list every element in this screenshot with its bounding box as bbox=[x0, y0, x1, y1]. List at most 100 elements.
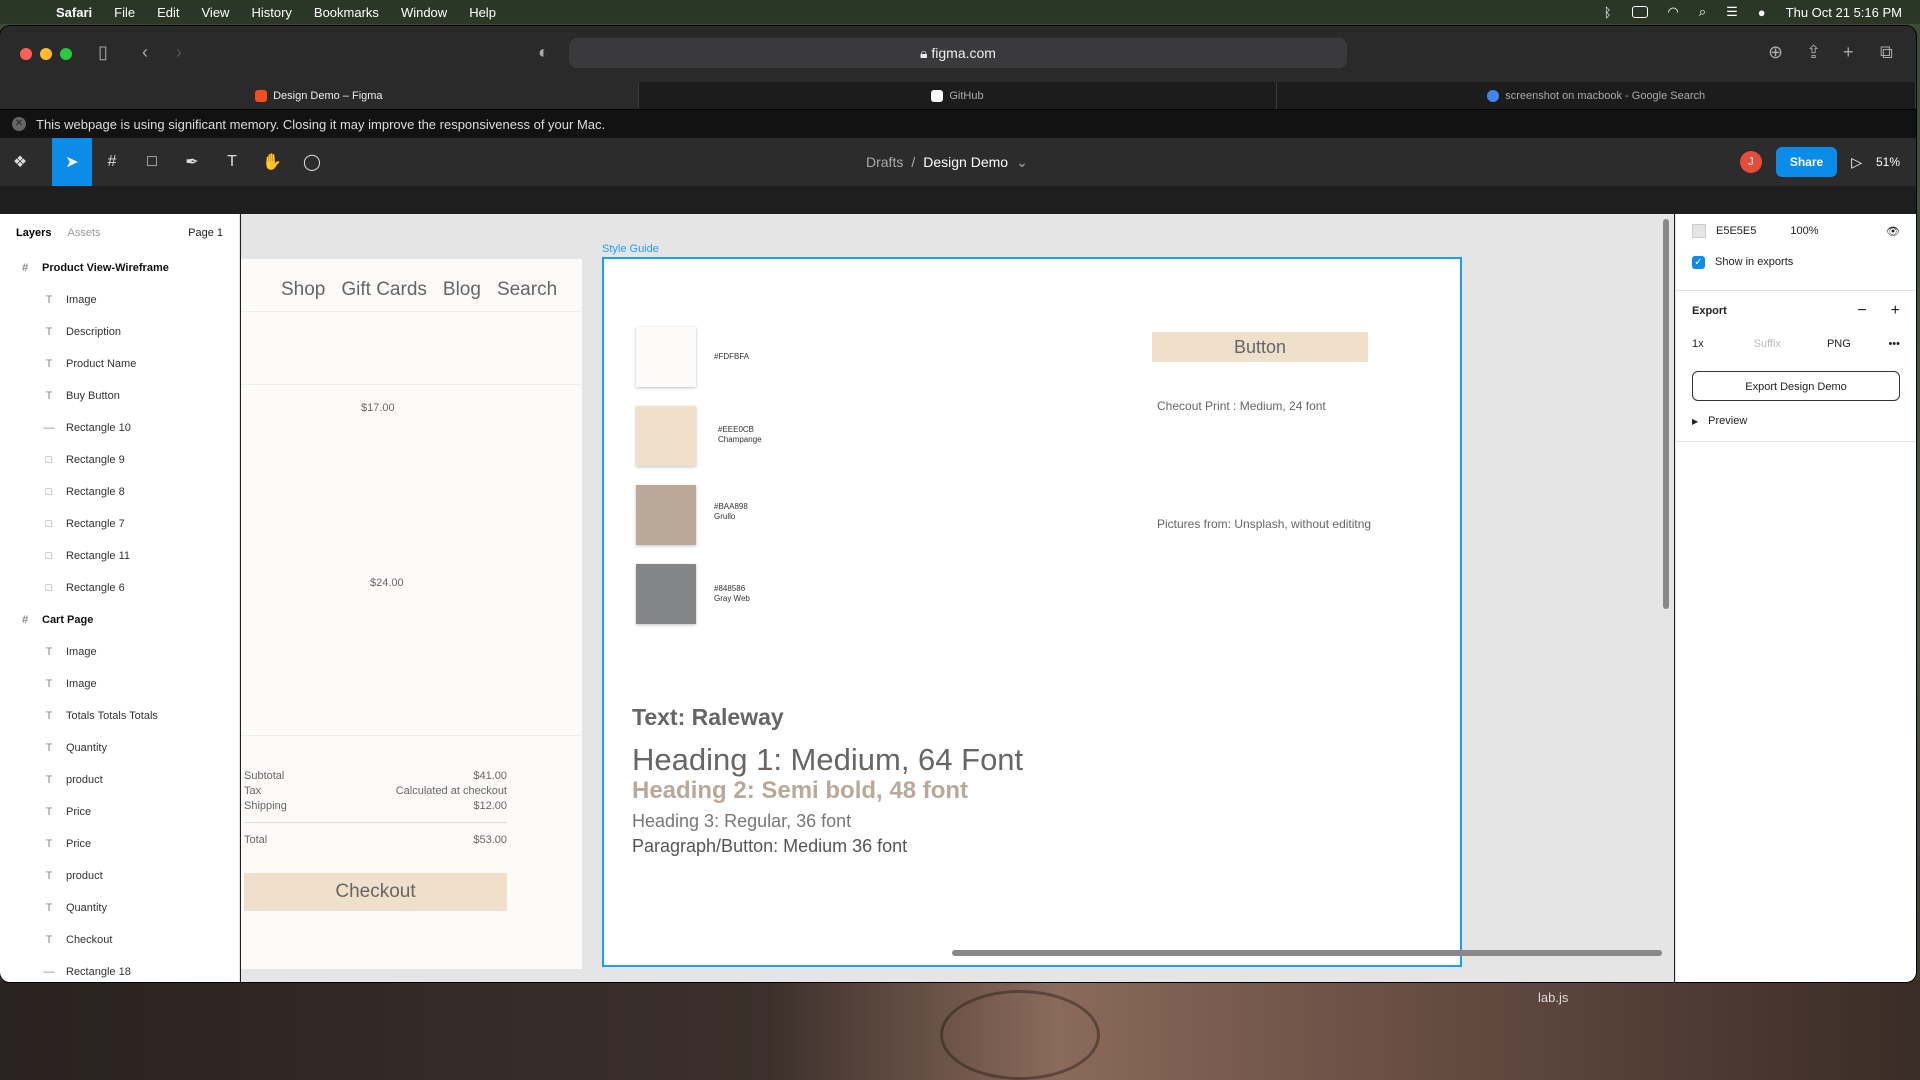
layer-item[interactable]: T Quantity bbox=[0, 732, 239, 764]
fill-hex[interactable]: E5E5E5 bbox=[1716, 225, 1756, 237]
layer-item[interactable]: □ Rectangle 7 bbox=[0, 508, 239, 540]
bluetooth-icon[interactable]: ᛒ bbox=[1604, 5, 1612, 20]
layer-item[interactable]: □ Rectangle 11 bbox=[0, 540, 239, 572]
tab-figma[interactable]: Design Demo – Figma bbox=[0, 82, 639, 109]
export-button[interactable]: Export Design Demo bbox=[1692, 371, 1900, 401]
nav-shop[interactable]: Shop bbox=[281, 279, 325, 301]
show-in-exports-checkbox[interactable]: ✓ bbox=[1692, 255, 1705, 269]
cart-page-frame[interactable]: Shop Gift Cards Blog Search $17.00 $24.0… bbox=[241, 259, 582, 969]
tab-assets[interactable]: Assets bbox=[67, 227, 100, 239]
nav-blog[interactable]: Blog bbox=[443, 279, 481, 301]
layer-item[interactable]: — Rectangle 18 bbox=[0, 956, 239, 982]
back-icon[interactable]: ‹ bbox=[142, 42, 148, 63]
menu-help[interactable]: Help bbox=[469, 5, 496, 20]
share-icon[interactable]: ⇪ bbox=[1806, 42, 1821, 63]
preview-label[interactable]: Preview bbox=[1708, 415, 1747, 427]
export-scale[interactable]: 1x bbox=[1692, 338, 1704, 350]
nav-gift-cards[interactable]: Gift Cards bbox=[341, 279, 427, 301]
comment-tool-icon[interactable]: ◯ bbox=[292, 138, 332, 186]
layer-item[interactable]: □ Rectangle 9 bbox=[0, 444, 239, 476]
layer-item[interactable]: □ Rectangle 8 bbox=[0, 476, 239, 508]
layer-item[interactable]: T Price bbox=[0, 828, 239, 860]
tab-github[interactable]: GitHub bbox=[639, 82, 1278, 109]
vertical-scrollbar[interactable] bbox=[1663, 219, 1669, 609]
sidebar-icon[interactable]: ▯ bbox=[98, 42, 108, 63]
fill-opacity[interactable]: 100% bbox=[1790, 225, 1818, 237]
minus-icon[interactable]: − bbox=[1857, 302, 1866, 320]
style-guide-frame[interactable]: #FDFBFA #EEE0CB Champange #BAA898 Grullo #… bbox=[602, 257, 1462, 967]
horizontal-scrollbar[interactable] bbox=[952, 950, 1662, 956]
layer-item[interactable]: □ Rectangle 6 bbox=[0, 572, 239, 604]
control-center-icon[interactable]: ☰ bbox=[1726, 4, 1738, 20]
canvas[interactable]: Shop Gift Cards Blog Search $17.00 $24.0… bbox=[241, 214, 1674, 982]
color-swatch[interactable] bbox=[636, 564, 696, 624]
layer-item[interactable]: Tproduct bbox=[0, 860, 239, 892]
suffix-input[interactable]: Suffix bbox=[1754, 338, 1781, 350]
tab-overview-icon[interactable]: ⧉ bbox=[1880, 42, 1893, 63]
checkout-button[interactable]: Checkout bbox=[244, 873, 507, 911]
file-name[interactable]: Design Demo bbox=[923, 154, 1008, 170]
layer-item[interactable]: T Totals Totals Totals bbox=[0, 700, 239, 732]
fill-color-chip[interactable] bbox=[1692, 224, 1706, 238]
figma-menu-icon[interactable]: ❖ bbox=[0, 138, 40, 186]
forward-icon[interactable]: › bbox=[176, 42, 182, 63]
frame-tool-icon[interactable]: # bbox=[92, 138, 132, 186]
color-swatch[interactable] bbox=[636, 327, 696, 387]
color-swatch[interactable] bbox=[636, 406, 696, 466]
menu-window[interactable]: Window bbox=[401, 5, 447, 20]
layer-frame[interactable]: # Product View-Wireframe bbox=[0, 252, 239, 284]
layer-item[interactable]: T Image bbox=[0, 284, 239, 316]
layer-item[interactable]: Tproduct bbox=[0, 764, 239, 796]
desktop-file-label[interactable]: lab.js bbox=[1538, 990, 1568, 1005]
layer-frame[interactable]: # Cart Page bbox=[0, 604, 239, 636]
layer-item[interactable]: T Image bbox=[0, 668, 239, 700]
layer-item[interactable]: T Quantity bbox=[0, 892, 239, 924]
wifi-icon[interactable]: ◠ bbox=[1668, 4, 1679, 20]
new-tab-icon[interactable]: + bbox=[1843, 42, 1854, 63]
zoom-level[interactable]: 51% bbox=[1876, 155, 1900, 169]
shape-tool-icon[interactable]: □ bbox=[132, 138, 172, 186]
layer-item[interactable]: T Checkout bbox=[0, 924, 239, 956]
menu-app-name[interactable]: Safari bbox=[56, 5, 92, 20]
menu-edit[interactable]: Edit bbox=[157, 5, 179, 20]
zoom-window-button[interactable] bbox=[60, 48, 72, 60]
downloads-icon[interactable]: ⊕ bbox=[1768, 42, 1783, 63]
search-icon[interactable]: ⌕ bbox=[1699, 4, 1706, 20]
chevron-down-icon[interactable]: ⌄ bbox=[1016, 154, 1028, 171]
crumb-drafts[interactable]: Drafts bbox=[866, 154, 903, 170]
plus-icon[interactable]: + bbox=[1891, 302, 1900, 320]
eye-icon[interactable]: 👁︎ bbox=[1886, 225, 1900, 238]
share-button[interactable]: Share bbox=[1775, 147, 1838, 177]
format-select[interactable]: PNG bbox=[1827, 338, 1851, 350]
hand-tool-icon[interactable]: ✋ bbox=[252, 138, 292, 186]
frame-label[interactable]: Style Guide bbox=[602, 243, 659, 255]
layer-item[interactable]: T Image bbox=[0, 636, 239, 668]
pen-tool-icon[interactable]: ✒ bbox=[172, 138, 212, 186]
layer-item[interactable]: T Description bbox=[0, 316, 239, 348]
menu-file[interactable]: File bbox=[114, 5, 135, 20]
sample-button[interactable]: Button bbox=[1152, 332, 1368, 362]
more-options-icon[interactable]: ••• bbox=[1888, 338, 1900, 350]
tab-google[interactable]: screenshot on macbook - Google Search bbox=[1277, 82, 1916, 109]
clock-text[interactable]: Thu Oct 21 5:16 PM bbox=[1786, 5, 1902, 20]
siri-icon[interactable]: ● bbox=[1758, 5, 1766, 20]
avatar[interactable]: J bbox=[1739, 151, 1762, 173]
menu-history[interactable]: History bbox=[251, 5, 291, 20]
color-swatch[interactable] bbox=[636, 485, 696, 545]
close-icon[interactable]: ✕ bbox=[12, 117, 26, 131]
chevron-right-icon[interactable]: ▶ bbox=[1692, 417, 1698, 426]
menu-view[interactable]: View bbox=[202, 5, 230, 20]
layer-item[interactable]: T Price bbox=[0, 796, 239, 828]
present-play-icon[interactable]: ▷ bbox=[1851, 154, 1862, 171]
move-tool-icon[interactable]: ➤ bbox=[52, 138, 92, 186]
tab-layers[interactable]: Layers bbox=[16, 227, 51, 239]
layer-item[interactable]: T Buy Button bbox=[0, 380, 239, 412]
menu-bookmarks[interactable]: Bookmarks bbox=[314, 5, 379, 20]
text-tool-icon[interactable]: T bbox=[212, 138, 252, 186]
page-selector[interactable]: Page 1 bbox=[188, 227, 223, 239]
close-window-button[interactable] bbox=[20, 48, 32, 60]
nav-search[interactable]: Search bbox=[497, 279, 557, 301]
minimize-window-button[interactable] bbox=[40, 48, 52, 60]
address-bar[interactable]: 🔒︎ figma.com bbox=[569, 38, 1347, 68]
layer-item[interactable]: T Product Name bbox=[0, 348, 239, 380]
